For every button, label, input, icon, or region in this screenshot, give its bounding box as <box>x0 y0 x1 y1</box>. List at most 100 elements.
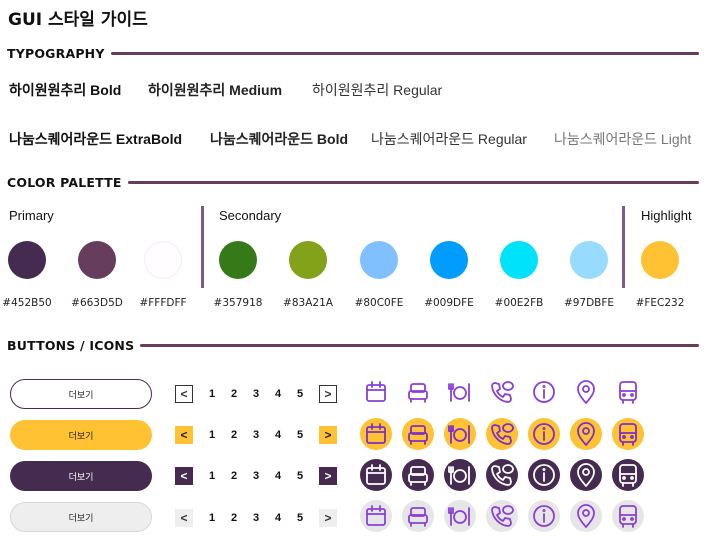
button-label: 더보기 <box>68 431 94 442</box>
location-pin-icon[interactable] <box>570 500 602 532</box>
color-hex-label: #663D5D <box>71 297 123 309</box>
color-swatch <box>219 241 257 279</box>
more-button-dark[interactable]: 더보기 <box>10 461 152 491</box>
color-swatch <box>144 241 182 279</box>
font-sample-nanum-light: 나눔스퀘어라운드 Light <box>554 131 692 147</box>
more-button-disabled[interactable]: 더보기 <box>10 502 152 532</box>
section-divider <box>110 52 699 55</box>
color-hex-label: #FEC232 <box>635 297 685 309</box>
typography-header: TYPOGRAPHY <box>7 46 699 61</box>
page-number[interactable]: 5 <box>289 470 311 482</box>
highlight-label: Highlight <box>641 208 692 223</box>
buttons-icons-header: BUTTONS / ICONS <box>7 338 699 353</box>
color-hex-label: #80C0FE <box>354 297 404 309</box>
location-pin-icon[interactable] <box>570 418 602 450</box>
prev-page-button[interactable]: < <box>175 385 193 403</box>
next-page-button[interactable]: > <box>319 426 337 444</box>
color-hex-label: #452B50 <box>2 297 52 309</box>
location-pin-icon[interactable] <box>570 459 602 491</box>
page-number[interactable]: 4 <box>267 388 289 400</box>
calendar-icon[interactable] <box>360 500 392 532</box>
page-number[interactable]: 3 <box>245 512 267 524</box>
bus-icon[interactable] <box>612 376 644 408</box>
bus-icon[interactable] <box>612 459 644 491</box>
bed-icon[interactable] <box>402 500 434 532</box>
page-number[interactable]: 3 <box>245 388 267 400</box>
page-number[interactable]: 1 <box>201 470 223 482</box>
page-number[interactable]: 3 <box>245 470 267 482</box>
font-sample-regular: 하이원원추리 Regular <box>312 82 443 98</box>
page-number[interactable]: 5 <box>289 512 311 524</box>
pagination-dark: < 1 2 3 4 5 > <box>175 467 337 485</box>
color-hex-label: #009DFE <box>424 297 474 309</box>
page-number[interactable]: 1 <box>201 388 223 400</box>
bus-icon[interactable] <box>612 418 644 450</box>
page-number[interactable]: 4 <box>267 512 289 524</box>
page-number[interactable]: 4 <box>267 429 289 441</box>
page-number[interactable]: 1 <box>201 512 223 524</box>
calendar-icon[interactable] <box>360 418 392 450</box>
color-hex-label: #00E2FB <box>494 297 544 309</box>
palette-divider <box>622 206 625 288</box>
page-number[interactable]: 1 <box>201 429 223 441</box>
pagination-highlight: < 1 2 3 4 5 > <box>175 426 337 444</box>
buttons-icons-heading: BUTTONS / ICONS <box>7 338 135 353</box>
restaurant-icon[interactable] <box>444 376 476 408</box>
phone-chat-icon[interactable] <box>486 418 518 450</box>
prev-page-button[interactable]: < <box>175 509 193 527</box>
section-divider <box>127 181 699 184</box>
phone-chat-icon[interactable] <box>486 459 518 491</box>
next-page-button[interactable]: > <box>319 385 337 403</box>
page-number[interactable]: 2 <box>223 470 245 482</box>
calendar-icon[interactable] <box>360 376 392 408</box>
page-number[interactable]: 2 <box>223 512 245 524</box>
color-hex-label: #83A21A <box>283 297 333 309</box>
button-label: 더보기 <box>68 390 94 401</box>
pagination-disabled: < 1 2 3 4 5 > <box>175 509 337 527</box>
bus-icon[interactable] <box>612 500 644 532</box>
color-hex-label: #357918 <box>213 297 263 309</box>
color-swatch <box>289 241 327 279</box>
location-pin-icon[interactable] <box>570 376 602 408</box>
page-number[interactable]: 3 <box>245 429 267 441</box>
color-swatch <box>641 241 679 279</box>
bed-icon[interactable] <box>402 418 434 450</box>
color-swatch <box>360 241 398 279</box>
color-swatch <box>500 241 538 279</box>
button-label: 더보기 <box>68 513 94 524</box>
color-swatch <box>570 241 608 279</box>
page-number[interactable]: 4 <box>267 470 289 482</box>
bed-icon[interactable] <box>402 459 434 491</box>
info-icon[interactable] <box>528 376 560 408</box>
color-palette-header: COLOR PALETTE <box>7 175 699 190</box>
page-number[interactable]: 2 <box>223 429 245 441</box>
phone-chat-icon[interactable] <box>486 376 518 408</box>
color-hex-label: #FFFDFF <box>139 297 187 309</box>
color-palette-heading: COLOR PALETTE <box>7 175 122 190</box>
calendar-icon[interactable] <box>360 459 392 491</box>
color-hex-label: #97DBFE <box>563 297 615 309</box>
info-icon[interactable] <box>528 500 560 532</box>
section-divider <box>140 344 699 347</box>
info-icon[interactable] <box>528 459 560 491</box>
font-sample-bold: 하이원원추리 Bold <box>9 82 122 98</box>
page-number[interactable]: 5 <box>289 388 311 400</box>
more-button-highlight[interactable]: 더보기 <box>10 420 152 450</box>
phone-chat-icon[interactable] <box>486 500 518 532</box>
prev-page-button[interactable]: < <box>175 426 193 444</box>
page-number[interactable]: 5 <box>289 429 311 441</box>
next-page-button[interactable]: > <box>319 467 337 485</box>
restaurant-icon[interactable] <box>444 500 476 532</box>
color-swatch <box>78 241 116 279</box>
restaurant-icon[interactable] <box>444 418 476 450</box>
secondary-label: Secondary <box>219 208 282 223</box>
bed-icon[interactable] <box>402 376 434 408</box>
prev-page-button[interactable]: < <box>175 467 193 485</box>
more-button-outline[interactable]: 더보기 <box>10 379 152 409</box>
next-page-button[interactable]: > <box>319 509 337 527</box>
palette-divider <box>201 206 204 288</box>
info-icon[interactable] <box>528 418 560 450</box>
restaurant-icon[interactable] <box>444 459 476 491</box>
page-number[interactable]: 2 <box>223 388 245 400</box>
color-swatch <box>430 241 468 279</box>
